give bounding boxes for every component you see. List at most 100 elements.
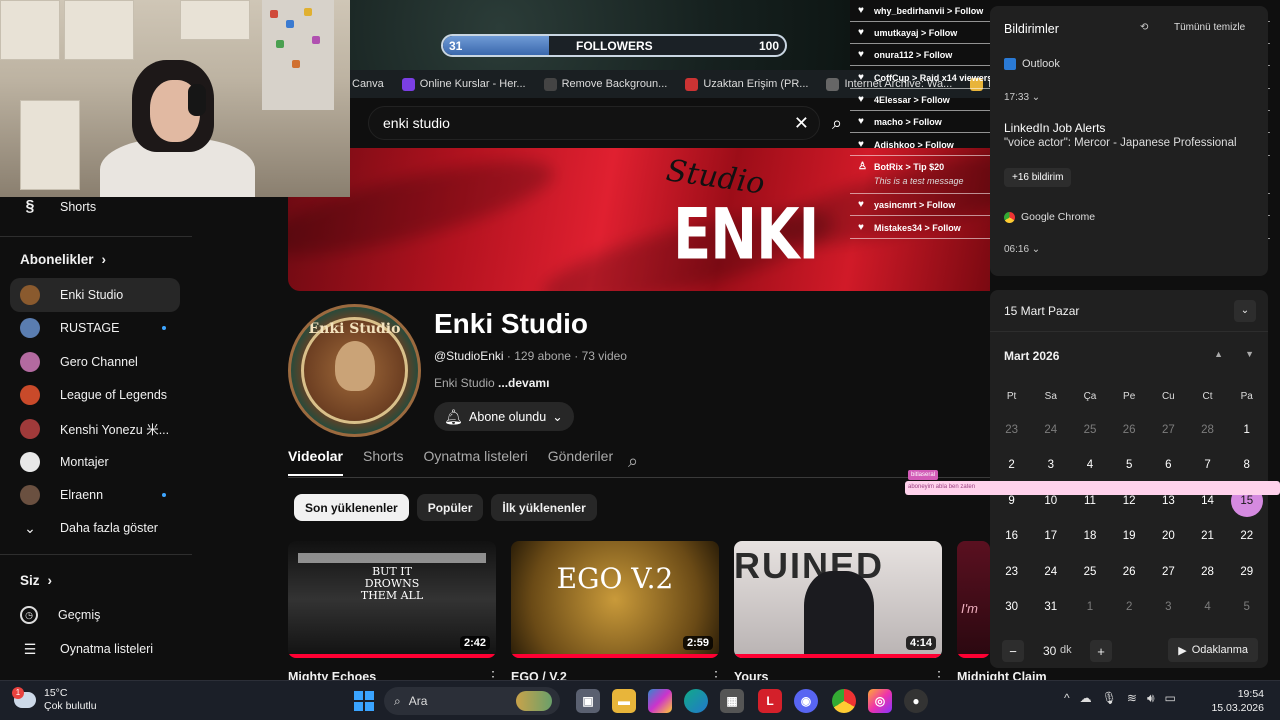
calendar-day[interactable]: 1 xyxy=(1227,412,1266,448)
channel-tab[interactable]: Gönderiler xyxy=(548,448,613,476)
notification-settings-icon[interactable]: ⟲ xyxy=(1140,22,1148,33)
calendar-day[interactable]: 28 xyxy=(1188,412,1227,448)
channel-tab[interactable]: Oynatma listeleri xyxy=(423,448,527,476)
calendar-day[interactable]: 21 xyxy=(1188,519,1227,555)
more-link[interactable]: ...devamı xyxy=(498,376,549,390)
calendar-day[interactable]: 24 xyxy=(1031,554,1070,590)
channel-description[interactable]: Enki Studio ...devamı xyxy=(434,376,549,390)
more-notifications-button[interactable]: +16 bildirim xyxy=(1004,168,1072,187)
focus-start-button[interactable]: ▶ Odaklanma xyxy=(1168,638,1258,662)
sidebar-item-subscription[interactable]: Montajer xyxy=(10,445,180,479)
next-month-icon[interactable]: ▼ xyxy=(1245,349,1254,359)
video-thumbnail[interactable]: EGO V.2 2:59 xyxy=(511,541,719,658)
file-explorer-icon[interactable]: ▬ xyxy=(612,689,636,713)
calendar-day[interactable]: 4 xyxy=(1070,448,1109,484)
video-thumbnail[interactable]: I'm xyxy=(957,541,990,658)
taskbar-clock[interactable]: 19:54 15.03.2026 xyxy=(1211,687,1264,715)
calendar-day[interactable]: 18 xyxy=(1070,519,1109,555)
obs-icon[interactable]: ● xyxy=(904,689,928,713)
calendar-day[interactable]: 27 xyxy=(1149,554,1188,590)
calendar-day[interactable]: 3 xyxy=(1149,590,1188,626)
sort-chip[interactable]: İlk yüklenenler xyxy=(491,494,597,521)
search-icon[interactable]: ⌕ xyxy=(628,451,638,472)
sidebar-item-subscription[interactable]: Elraenn xyxy=(10,478,180,512)
chevron-down-icon[interactable]: ⌄ xyxy=(1234,300,1256,322)
sidebar-item-history[interactable]: ◷ Geçmiş xyxy=(10,598,180,632)
bookmark-item[interactable]: Uzaktan Erişim (PR... xyxy=(685,77,808,91)
channel-tab[interactable]: Videolar xyxy=(288,448,343,476)
channel-tab[interactable]: Shorts xyxy=(363,448,403,476)
edge-icon[interactable] xyxy=(684,689,708,713)
search-input[interactable]: enki studio ✕ xyxy=(368,106,820,140)
subscribed-button[interactable]: 🔔︎ Abone olundu ⌄ xyxy=(434,402,574,431)
notification-group-time[interactable]: 06:16 ⌄ xyxy=(1004,244,1040,255)
calendar-day[interactable]: 22 xyxy=(1227,519,1266,555)
wifi-icon[interactable]: ≋ xyxy=(1127,691,1137,706)
linkedin-notification-body[interactable]: "voice actor": Mercor - Japanese Profess… xyxy=(1004,137,1237,149)
calendar-day[interactable]: 5 xyxy=(1227,590,1266,626)
calendar-day[interactable]: 23 xyxy=(992,554,1031,590)
calendar-day[interactable]: 3 xyxy=(1031,448,1070,484)
bookmark-item[interactable]: Online Kurslar - Her... xyxy=(401,77,526,91)
calendar-day[interactable]: 27 xyxy=(1149,412,1188,448)
onedrive-icon[interactable]: ☁ xyxy=(1080,691,1092,706)
video-thumbnail[interactable]: BUT IT DROWNS THEM ALL 2:42 xyxy=(288,541,496,658)
sidebar-item-subscription[interactable]: RUSTAGE xyxy=(10,311,180,345)
calendar-month[interactable]: Mart 2026 xyxy=(1004,349,1059,363)
store-icon[interactable]: ▦ xyxy=(720,689,744,713)
calendar-day[interactable]: 19 xyxy=(1110,519,1149,555)
sidebar-item-subscription[interactable]: Enki Studio xyxy=(10,278,180,312)
show-more-button[interactable]: ⌄ Daha fazla göster xyxy=(10,511,180,545)
discord-icon[interactable]: ◉ xyxy=(794,689,818,713)
calendar-day[interactable]: 30 xyxy=(992,590,1031,626)
video-thumbnail[interactable]: RUINED 4:14 xyxy=(734,541,942,658)
sort-chip[interactable]: Son yüklenenler xyxy=(294,494,409,521)
calendar-day[interactable]: 24 xyxy=(1031,412,1070,448)
calendar-day[interactable]: 5 xyxy=(1110,448,1149,484)
calendar-day[interactable]: 2 xyxy=(992,448,1031,484)
sort-chip[interactable]: Popüler xyxy=(416,494,484,521)
bookmark-item[interactable]: Canva xyxy=(352,78,384,90)
microphone-icon[interactable]: 🎙︎ xyxy=(1102,691,1117,706)
calendar-day[interactable]: 26 xyxy=(1110,554,1149,590)
close-icon[interactable]: ✕ xyxy=(794,113,809,134)
start-icon[interactable] xyxy=(352,689,376,713)
subscriptions-heading[interactable]: Abonelikler › xyxy=(20,252,106,267)
sidebar-item-playlists[interactable]: ☰ Oynatma listeleri xyxy=(10,632,180,666)
calendar-day[interactable]: 25 xyxy=(1070,554,1109,590)
clear-all-button[interactable]: Tümünü temizle xyxy=(1174,22,1245,33)
battery-icon[interactable]: ▭ xyxy=(1165,691,1176,706)
sidebar-item-subscription[interactable]: Gero Channel xyxy=(10,345,180,379)
calendar-day[interactable]: 31 xyxy=(1031,590,1070,626)
you-heading[interactable]: Siz › xyxy=(20,573,52,588)
calendar-day[interactable]: 28 xyxy=(1188,554,1227,590)
copilot-icon[interactable] xyxy=(648,689,672,713)
increase-icon[interactable]: + xyxy=(1090,640,1112,662)
instagram-icon[interactable]: ◎ xyxy=(868,689,892,713)
channel-avatar[interactable]: Enki Studio xyxy=(288,304,421,437)
calendar-day[interactable]: 1 xyxy=(1070,590,1109,626)
taskbar-search[interactable]: ⌕ Ara xyxy=(384,687,560,715)
sidebar-item-subscription[interactable]: Kenshi Yonezu 米... xyxy=(10,412,180,446)
chevron-up-icon[interactable]: ^ xyxy=(1064,691,1070,706)
calendar-day[interactable]: 17 xyxy=(1031,519,1070,555)
app-l-icon[interactable]: L xyxy=(758,689,782,713)
sidebar-item-subscription[interactable]: League of Legends xyxy=(10,378,180,412)
calendar-day[interactable]: 4 xyxy=(1188,590,1227,626)
calendar-day[interactable]: 29 xyxy=(1227,554,1266,590)
calendar-day[interactable]: 2 xyxy=(1110,590,1149,626)
calendar-day[interactable]: 7 xyxy=(1188,448,1227,484)
previous-month-icon[interactable]: ▲ xyxy=(1214,349,1223,359)
bookmark-item[interactable]: Remove Backgroun... xyxy=(543,77,667,91)
calendar-day[interactable]: 16 xyxy=(992,519,1031,555)
search-icon[interactable]: ⌕ xyxy=(832,113,842,134)
weather-widget[interactable]: 1 15°C Çok bulutlu xyxy=(12,687,97,713)
calendar-day[interactable]: 8 xyxy=(1227,448,1266,484)
linkedin-notification-title[interactable]: LinkedIn Job Alerts xyxy=(1004,121,1105,135)
calendar-day[interactable]: 20 xyxy=(1149,519,1188,555)
chrome-icon[interactable] xyxy=(832,689,856,713)
calendar-day[interactable]: 6 xyxy=(1149,448,1188,484)
notification-group-time[interactable]: 17:33 ⌄ xyxy=(1004,92,1040,103)
calendar-day[interactable]: 26 xyxy=(1110,412,1149,448)
volume-icon[interactable]: 🔊︎ xyxy=(1147,691,1155,706)
